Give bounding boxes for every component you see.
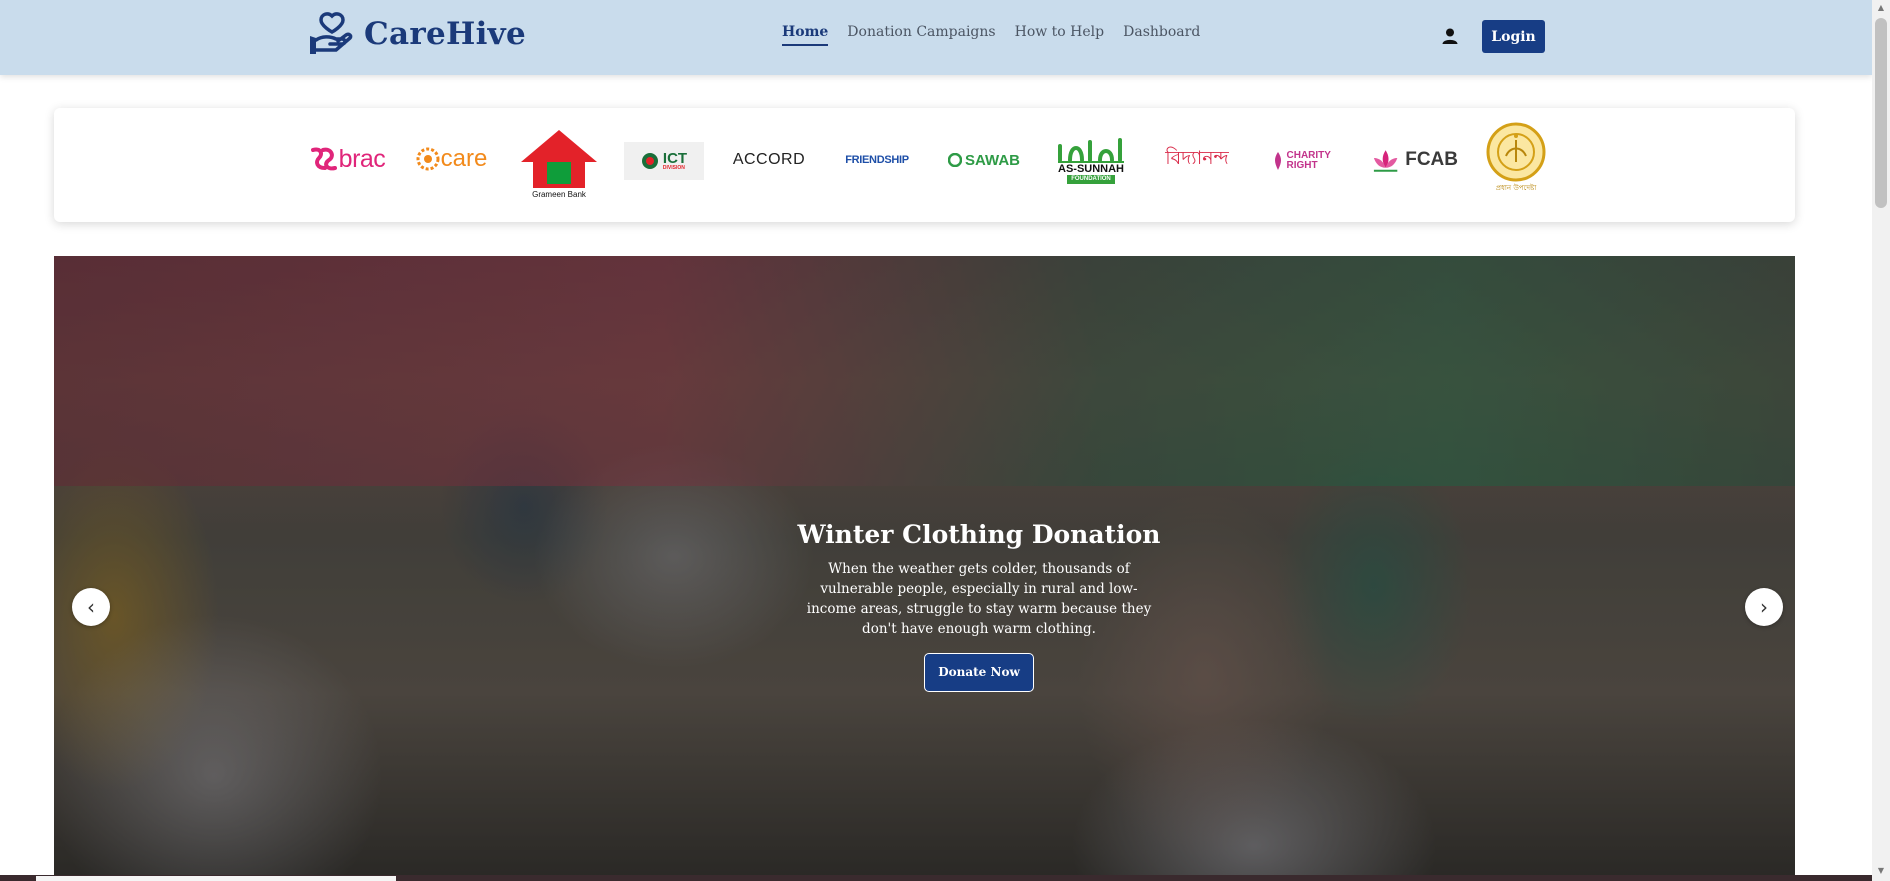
hero-content: Winter Clothing Donation When the weathe… [769, 520, 1189, 692]
hero-title: Winter Clothing Donation [797, 520, 1161, 549]
page-scrollbar[interactable]: ▲ ▼ [1872, 0, 1890, 881]
partner-logo-fcab[interactable]: FCAB [1370, 144, 1458, 176]
scroll-down-arrow-icon[interactable]: ▼ [1876, 866, 1886, 876]
brand-logo[interactable]: CareHive [306, 12, 526, 56]
nav-dashboard[interactable]: Dashboard [1123, 24, 1200, 46]
chevron-right-icon: › [1760, 595, 1768, 619]
charity-right-flame-icon [1274, 152, 1281, 170]
hero-description: When the weather gets colder, thousands … [806, 561, 1152, 637]
partner-logo-friendship[interactable]: FRIENDSHIP [836, 150, 918, 170]
nav-donation-campaigns[interactable]: Donation Campaigns [847, 24, 995, 46]
partner-logo-charity-right[interactable]: CHARITY RIGHT [1266, 146, 1348, 176]
partner-logo-as-sunnah[interactable]: AS-SUNNAH FOUNDATION [1049, 134, 1133, 188]
gov-seal-emblem-icon [1486, 122, 1546, 182]
nav-how-to-help[interactable]: How to Help [1015, 24, 1105, 46]
bottom-edge-highlight [36, 876, 396, 881]
bd-flag-icon [641, 153, 658, 169]
navbar: CareHive Home Donation Campaigns How to … [0, 0, 1872, 75]
donate-now-button[interactable]: Donate Now [924, 653, 1034, 692]
hand-heart-icon [310, 12, 353, 54]
partner-logo-care[interactable]: care [412, 144, 490, 174]
fcab-lotus-icon [1373, 150, 1398, 172]
chevron-left-icon: ‹ [87, 595, 95, 619]
as-sunnah-calligraphy-icon [1058, 138, 1124, 164]
care-icon [416, 147, 440, 171]
hero-carousel: Winter Clothing Donation When the weathe… [54, 256, 1795, 881]
sawab-icon [947, 153, 962, 167]
scroll-up-arrow-icon[interactable]: ▲ [1876, 3, 1886, 13]
partner-logo-sawab[interactable]: SAWAB [944, 148, 1024, 172]
partner-logo-grameen-bank[interactable]: Grameen Bank [518, 126, 600, 200]
scrollbar-thumb[interactable] [1875, 18, 1887, 208]
partner-logo-brac[interactable]: brac [304, 142, 390, 176]
brac-icon [310, 147, 337, 171]
partner-logo-bidyanondo[interactable]: বিদ্যানন্দ [1156, 144, 1238, 176]
login-button[interactable]: Login [1482, 20, 1545, 53]
user-icon[interactable] [1441, 27, 1459, 45]
partner-logo-gov-seal[interactable]: প্রধান উপদেষ্টা [1482, 122, 1550, 194]
nav-home[interactable]: Home [782, 24, 829, 46]
brand-name: CareHive [364, 16, 527, 52]
partner-logos-strip: brac care Grameen Bank ICT DIVISION ACCO… [54, 108, 1795, 222]
carousel-next-button[interactable]: › [1745, 588, 1783, 626]
partner-logo-accord[interactable]: ACCORD [728, 148, 810, 172]
partner-logo-ict-division[interactable]: ICT DIVISION [624, 142, 704, 180]
main-nav: Home Donation Campaigns How to Help Dash… [782, 24, 1200, 46]
grameen-house-icon [521, 129, 597, 188]
carousel-prev-button[interactable]: ‹ [72, 588, 110, 626]
